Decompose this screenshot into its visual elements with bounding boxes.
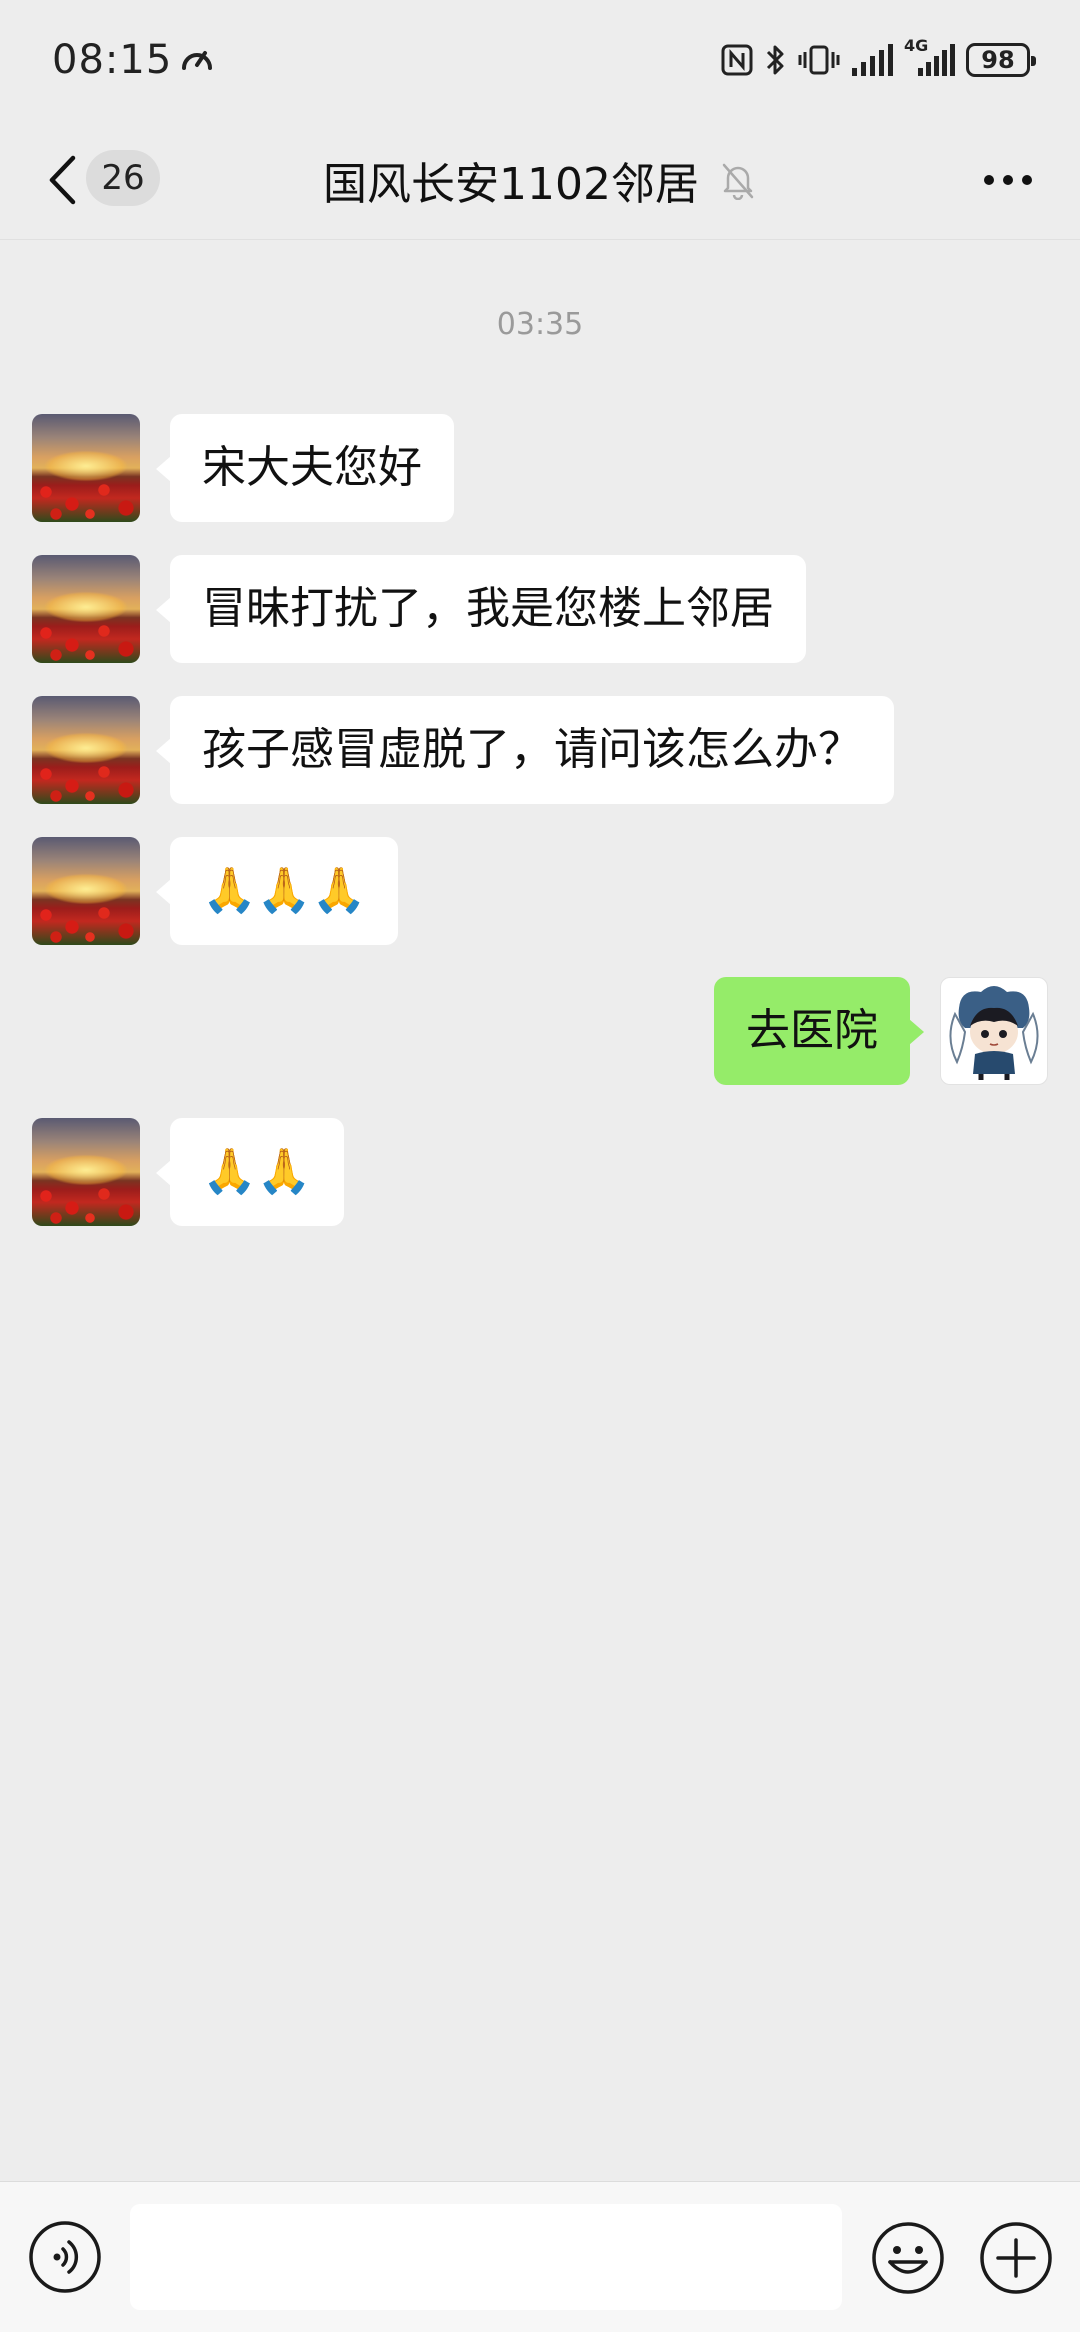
message-bubble[interactable]: 🙏🙏 [156, 1118, 344, 1226]
more-options-button[interactable] [976, 150, 1040, 210]
sender-avatar[interactable] [32, 696, 140, 804]
sender-avatar[interactable] [32, 555, 140, 663]
my-avatar[interactable] [940, 977, 1048, 1085]
status-bar: 08:15 4G 98 [0, 0, 1080, 120]
chat-screen: 08:15 4G 98 26 国风长安1102邻居 03:35 宋大夫您好 冒昧… [0, 0, 1080, 2332]
more-functions-button[interactable] [978, 2220, 1054, 2296]
input-bar [0, 2181, 1080, 2332]
message-bubble[interactable]: 🙏🙏🙏 [155, 837, 399, 945]
signal-icon [850, 42, 894, 78]
message-row: 🙏🙏🙏 [32, 837, 399, 945]
message-list[interactable]: 03:35 宋大夫您好 冒昧打扰了，我是您楼上邻居 孩子感冒虚脱了，请问该怎么办… [0, 241, 1080, 2181]
message-row: 宋大夫您好 [32, 414, 454, 522]
message-timestamp: 03:35 [496, 307, 584, 342]
message-row: 去医院 [714, 977, 1048, 1085]
status-right: 4G 98 [720, 36, 1036, 78]
folded-hands-emoji: 🙏🙏🙏 [202, 865, 367, 916]
message-row: 冒昧打扰了，我是您楼上邻居 [32, 555, 806, 663]
message-bubble[interactable]: 孩子感冒虚脱了，请问该怎么办？ [156, 696, 894, 804]
chat-title: 国风长安1102邻居 [323, 159, 699, 210]
plus-icon [980, 2222, 1052, 2294]
signal-4g-icon: 4G [904, 36, 956, 78]
mute-bell-icon [719, 160, 757, 200]
emoji-icon [872, 2222, 944, 2294]
message-input[interactable] [130, 2204, 842, 2310]
sender-avatar[interactable] [32, 1118, 140, 1226]
unread-count-badge[interactable]: 26 [86, 150, 160, 206]
more-dots-icon [984, 175, 1032, 185]
folded-hands-emoji: 🙏🙏 [202, 1146, 312, 1197]
voice-input-button[interactable] [28, 2220, 102, 2294]
message-row: 孩子感冒虚脱了，请问该怎么办？ [32, 696, 894, 804]
nfc-icon [720, 43, 754, 77]
voice-icon [29, 2221, 101, 2293]
network-label: 4G [904, 36, 929, 55]
sender-avatar[interactable] [32, 414, 140, 522]
message-bubble[interactable]: 冒昧打扰了，我是您楼上邻居 [156, 555, 806, 663]
sender-avatar[interactable] [32, 837, 140, 945]
back-button[interactable] [40, 148, 84, 212]
status-left: 08:15 [52, 37, 216, 83]
bluetooth-icon [764, 42, 788, 78]
battery-indicator: 98 [966, 43, 1036, 77]
status-time: 08:15 [52, 37, 173, 83]
chat-header: 26 国风长安1102邻居 [0, 120, 1080, 240]
speedometer-icon [178, 41, 216, 79]
chevron-left-icon [49, 155, 76, 205]
anime-character-icon [949, 986, 1039, 1080]
vibrate-icon [798, 42, 840, 78]
emoji-button[interactable] [870, 2220, 946, 2296]
title-group: 国风长安1102邻居 [0, 120, 1080, 240]
message-bubble[interactable]: 去医院 [714, 977, 924, 1085]
message-row: 🙏🙏 [32, 1118, 344, 1226]
message-bubble[interactable]: 宋大夫您好 [156, 414, 454, 522]
